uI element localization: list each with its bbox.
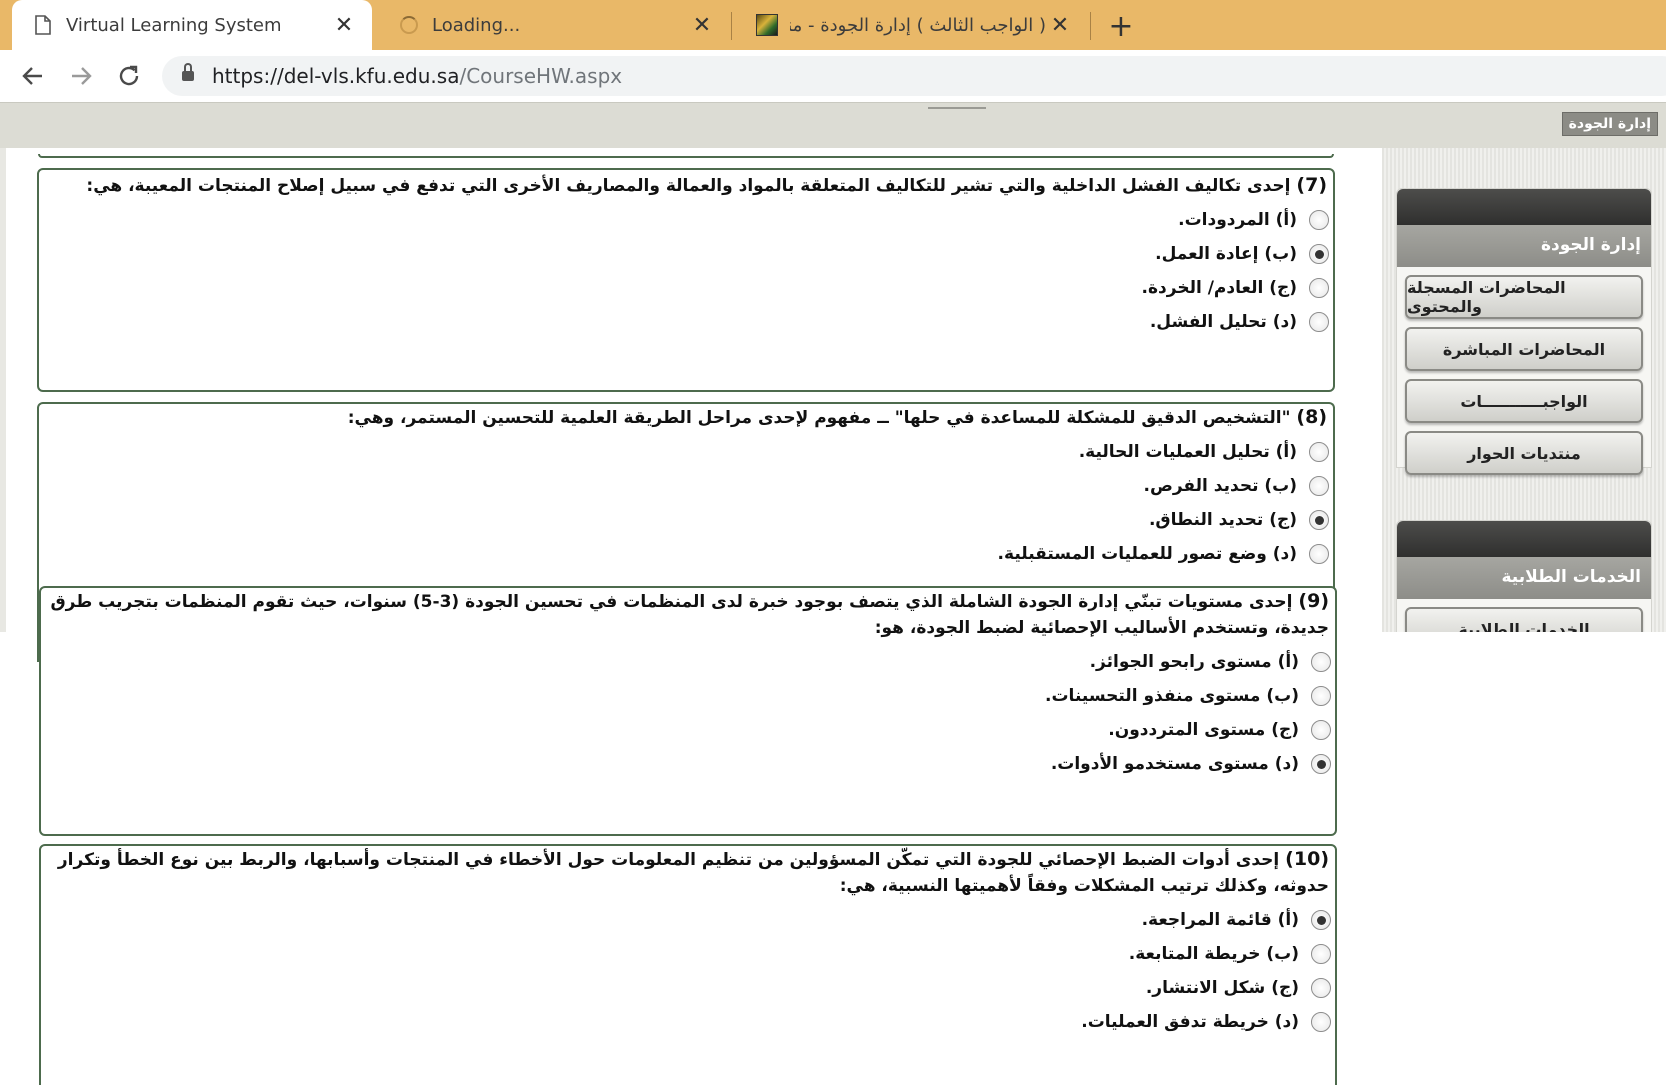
radio-button[interactable] <box>1309 544 1329 564</box>
recorded-lectures-button[interactable]: المحاضرات المسجلة والمحتوى <box>1405 275 1643 319</box>
browser-toolbar: https://del-vls.kfu.edu.sa/CourseHW.aspx <box>0 50 1666 102</box>
question-9: (9) إحدى مستويات تبنّي إدارة الجودة الشا… <box>39 586 1337 836</box>
page-icon <box>32 14 54 36</box>
course-menu-panel: إدارة الجودة المحاضرات المسجلة والمحتوى … <box>1396 188 1652 475</box>
radio-button-selected[interactable] <box>1311 754 1331 774</box>
forums-button[interactable]: منتديات الحوار <box>1405 431 1643 475</box>
option-b[interactable]: (ب) إعادة العمل. <box>39 237 1333 271</box>
radio-button[interactable] <box>1311 686 1331 706</box>
radio-button-selected[interactable] <box>1309 510 1329 530</box>
option-d[interactable]: (د) وضع تصور للعمليات المستقبلية. <box>39 537 1333 571</box>
question-text: (10) إحدى أدوات الضبط الإحصائي للجودة ال… <box>57 848 1329 896</box>
back-button[interactable] <box>16 59 50 93</box>
tab-title: Virtual Learning System <box>66 14 282 36</box>
option-a[interactable]: (أ) تحليل العمليات الحالية. <box>39 435 1333 469</box>
option-d[interactable]: (د) تحليل الفشل. <box>39 305 1333 339</box>
spinner-icon <box>398 14 420 36</box>
radio-button[interactable] <box>1311 1012 1331 1032</box>
reload-icon <box>119 65 139 86</box>
close-icon[interactable]: ✕ <box>1046 11 1074 39</box>
option-c[interactable]: (ج) شكل الانتشار. <box>41 971 1335 1005</box>
tab-forum[interactable]: ( الواجب الثالث ) إدارة الجودة - منتد ✕ <box>736 0 1088 50</box>
radio-button[interactable] <box>1311 652 1331 672</box>
lock-icon <box>182 63 194 83</box>
option-a[interactable]: (أ) قائمة المراجعة. <box>41 903 1335 937</box>
tab-separator <box>731 12 732 40</box>
radio-button[interactable] <box>1311 978 1331 998</box>
question-text: (7) إحدى تكاليف الفشل الداخلية والتي تشي… <box>86 174 1327 196</box>
radio-button-selected[interactable] <box>1311 910 1331 930</box>
option-b[interactable]: (ب) خريطة المتابعة. <box>41 937 1335 971</box>
option-c[interactable]: (ج) العادم/ الخردة. <box>39 271 1333 305</box>
option-d[interactable]: (د) مستوى مستخدمو الأدوات. <box>41 747 1335 781</box>
question-10: (10) إحدى أدوات الضبط الإحصائي للجودة ال… <box>39 844 1337 1085</box>
option-b[interactable]: (ب) تحديد الفرص. <box>39 469 1333 503</box>
radio-button[interactable] <box>1309 210 1329 230</box>
reload-button[interactable] <box>112 59 146 93</box>
radio-button[interactable] <box>1311 720 1331 740</box>
tab-title: ( الواجب الثالث ) إدارة الجودة - منتد <box>790 14 1046 36</box>
option-d[interactable]: (د) خريطة تدفق العمليات. <box>41 1005 1335 1039</box>
address-bar[interactable]: https://del-vls.kfu.edu.sa/CourseHW.aspx <box>162 56 1666 96</box>
option-a[interactable]: (أ) مستوى رابحو الجوائز. <box>41 645 1335 679</box>
tab-separator <box>1090 12 1091 40</box>
page-content: إدارة الجودة إدارة الجودة المحاضرات المس… <box>0 102 1666 1085</box>
forum-favicon <box>756 14 778 36</box>
course-header-band: إدارة الجودة <box>0 102 1666 148</box>
sidebar: إدارة الجودة المحاضرات المسجلة والمحتوى … <box>1382 148 1666 660</box>
radio-button[interactable] <box>1311 944 1331 964</box>
close-icon[interactable]: ✕ <box>330 11 358 39</box>
panel-title: الخدمات الطلابية <box>1397 557 1651 599</box>
homework-button[interactable]: الواجبـــــــــــات <box>1405 379 1643 423</box>
radio-button[interactable] <box>1309 312 1329 332</box>
tab-strip: Virtual Learning System ✕ Loading... ✕ (… <box>0 0 1666 50</box>
live-lectures-button[interactable]: المحاضرات المباشرة <box>1405 327 1643 371</box>
radio-button-selected[interactable] <box>1309 244 1329 264</box>
option-c[interactable]: (ج) تحديد النطاق. <box>39 503 1333 537</box>
previous-question-edge <box>38 154 1334 158</box>
panel-header-bar <box>1397 521 1651 557</box>
option-a[interactable]: (أ) المردودات. <box>39 203 1333 237</box>
header-indicator <box>928 103 986 109</box>
option-c[interactable]: (ج) مستوى المترددون. <box>41 713 1335 747</box>
panel-title: إدارة الجودة <box>1397 225 1651 267</box>
radio-button[interactable] <box>1309 442 1329 462</box>
arrow-right-icon <box>72 67 92 85</box>
forward-button[interactable] <box>64 59 98 93</box>
tab-loading[interactable]: Loading... ✕ <box>378 0 730 50</box>
content-border <box>0 148 6 632</box>
question-7: (7) إحدى تكاليف الفشل الداخلية والتي تشي… <box>37 168 1335 392</box>
url-text: https://del-vls.kfu.edu.sa/CourseHW.aspx <box>212 64 623 88</box>
close-icon[interactable]: ✕ <box>688 11 716 39</box>
course-title: إدارة الجودة <box>1561 112 1658 136</box>
radio-button[interactable] <box>1309 278 1329 298</box>
tab-virtual-learning-system[interactable]: Virtual Learning System ✕ <box>12 0 372 50</box>
panel-header-bar <box>1397 189 1651 225</box>
radio-button[interactable] <box>1309 476 1329 496</box>
question-text: (9) إحدى مستويات تبنّي إدارة الجودة الشا… <box>50 590 1329 638</box>
question-text: (8) "التشخيص الدقيق للمشكلة للمساعدة في … <box>347 406 1327 428</box>
new-tab-button[interactable]: + <box>1104 9 1138 44</box>
arrow-left-icon <box>22 67 42 85</box>
tab-title: Loading... <box>432 14 521 36</box>
option-b[interactable]: (ب) مستوى منفذو التحسينات. <box>41 679 1335 713</box>
